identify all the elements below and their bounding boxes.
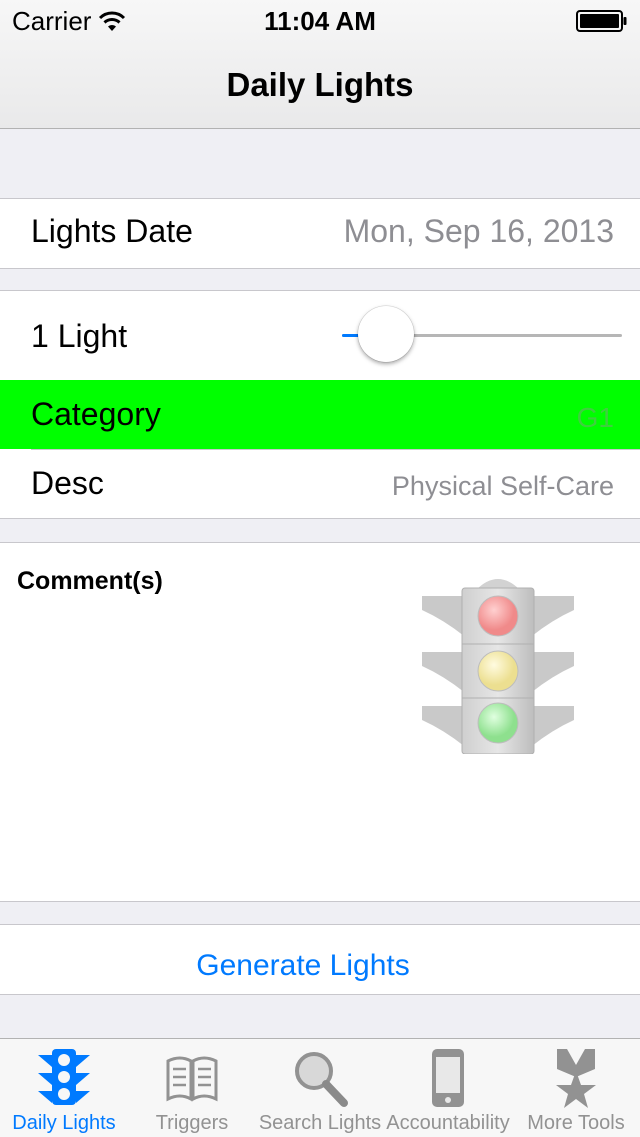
magnifier-icon xyxy=(295,1052,348,1107)
tab-label: Search Lights xyxy=(258,1112,382,1134)
status-time: 11:04 AM xyxy=(264,6,376,36)
book-icon xyxy=(166,1056,218,1102)
tab-bar: Daily Lights Triggers Search Lights Acco… xyxy=(0,1038,640,1137)
lights-date-row[interactable]: Lights Date Mon, Sep 16, 2013 xyxy=(0,198,640,269)
tab-more-tools[interactable]: More Tools xyxy=(512,1039,640,1137)
tab-accountability[interactable]: Accountability xyxy=(384,1039,512,1137)
lights-date-value[interactable]: Mon, Sep 16, 2013 xyxy=(344,213,614,250)
phone-icon xyxy=(432,1049,464,1107)
category-row[interactable]: Category G1 xyxy=(0,380,640,449)
desc-label: Desc xyxy=(31,465,104,501)
category-label: Category xyxy=(31,396,161,432)
page-title: Daily Lights xyxy=(226,66,414,103)
desc-row[interactable]: Desc Physical Self-Care xyxy=(0,449,640,519)
tab-label: More Tools xyxy=(527,1112,625,1134)
status-bar: Carrier 11:04 AM xyxy=(0,0,640,40)
light-count-label: 1 Light xyxy=(31,318,128,354)
row-divider xyxy=(31,449,640,450)
tab-search-lights[interactable]: Search Lights xyxy=(256,1039,384,1137)
category-value: G1 xyxy=(576,402,614,433)
generate-row: Generate Lights xyxy=(0,924,640,995)
lights-date-label: Lights Date xyxy=(31,213,193,249)
traffic-light-icon xyxy=(38,1049,90,1105)
traffic-light-icon xyxy=(422,579,574,754)
desc-value: Physical Self-Care xyxy=(391,471,614,501)
comments-label: Comment(s) xyxy=(17,567,163,595)
light-count-slider-thumb[interactable] xyxy=(357,306,414,362)
tab-label: Triggers xyxy=(155,1112,229,1134)
medal-icon xyxy=(556,1049,596,1108)
tab-triggers[interactable]: Triggers xyxy=(128,1039,256,1137)
tab-daily-lights[interactable]: Daily Lights xyxy=(0,1039,128,1137)
generate-lights-button[interactable]: Generate Lights xyxy=(0,925,606,994)
tab-label: Accountability xyxy=(386,1112,510,1134)
tab-label: Daily Lights xyxy=(12,1112,116,1134)
battery-icon xyxy=(576,10,627,32)
